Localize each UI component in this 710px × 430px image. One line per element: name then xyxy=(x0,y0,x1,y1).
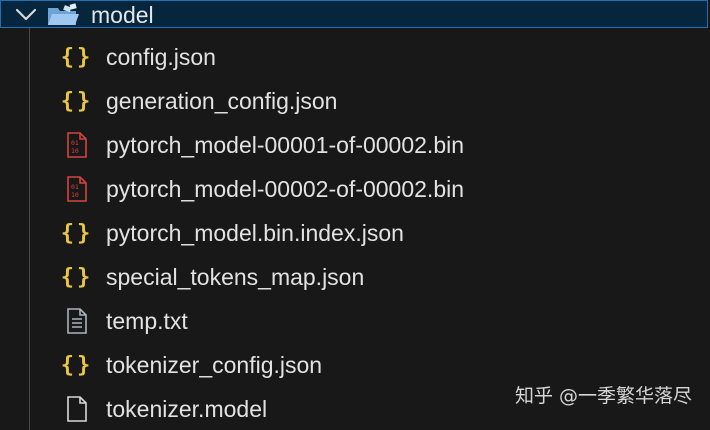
folder-label[interactable]: model xyxy=(91,1,154,29)
json-icon: {} xyxy=(60,220,94,246)
file-row-generation-config-json[interactable]: {} generation_config.json xyxy=(0,79,708,123)
json-icon: {} xyxy=(60,44,94,70)
file-explorer: model {} config.json {} generation_confi… xyxy=(0,0,710,430)
file-label[interactable]: special_tokens_map.json xyxy=(106,255,364,299)
json-icon: {} xyxy=(60,88,94,114)
file-label[interactable]: config.json xyxy=(106,35,216,79)
chevron-down-icon[interactable] xyxy=(15,5,37,23)
svg-text:01: 01 xyxy=(71,183,79,191)
folder-row-model[interactable]: model xyxy=(0,0,708,28)
file-row-temp-txt[interactable]: temp.txt xyxy=(0,299,708,343)
file-row-pytorch-model-00002[interactable]: 01 10 pytorch_model-00002-of-00002.bin xyxy=(0,167,708,211)
generic-file-icon xyxy=(62,395,92,423)
json-icon: {} xyxy=(60,352,94,378)
binary-file-icon: 01 10 xyxy=(62,131,92,159)
watermark: 知乎 @一季繁华落尽 xyxy=(514,385,692,407)
file-row-pytorch-model-00001[interactable]: 01 10 pytorch_model-00001-of-00002.bin xyxy=(0,123,708,167)
json-icon: {} xyxy=(60,264,94,290)
file-label[interactable]: pytorch_model.bin.index.json xyxy=(106,211,404,255)
folder-open-icon xyxy=(48,3,79,25)
file-label[interactable]: tokenizer.model xyxy=(106,387,267,430)
file-label[interactable]: temp.txt xyxy=(106,299,188,343)
file-row-pytorch-model-index-json[interactable]: {} pytorch_model.bin.index.json xyxy=(0,211,708,255)
binary-file-icon: 01 10 xyxy=(62,175,92,203)
file-row-config-json[interactable]: {} config.json xyxy=(0,35,708,79)
svg-text:10: 10 xyxy=(71,147,79,155)
svg-text:01: 01 xyxy=(71,139,79,147)
file-label[interactable]: tokenizer_config.json xyxy=(106,343,322,387)
text-file-icon xyxy=(62,307,92,335)
svg-text:10: 10 xyxy=(71,191,79,199)
file-label[interactable]: generation_config.json xyxy=(106,79,337,123)
file-label[interactable]: pytorch_model-00002-of-00002.bin xyxy=(106,167,464,211)
file-row-special-tokens-map-json[interactable]: {} special_tokens_map.json xyxy=(0,255,708,299)
file-label[interactable]: pytorch_model-00001-of-00002.bin xyxy=(106,123,464,167)
